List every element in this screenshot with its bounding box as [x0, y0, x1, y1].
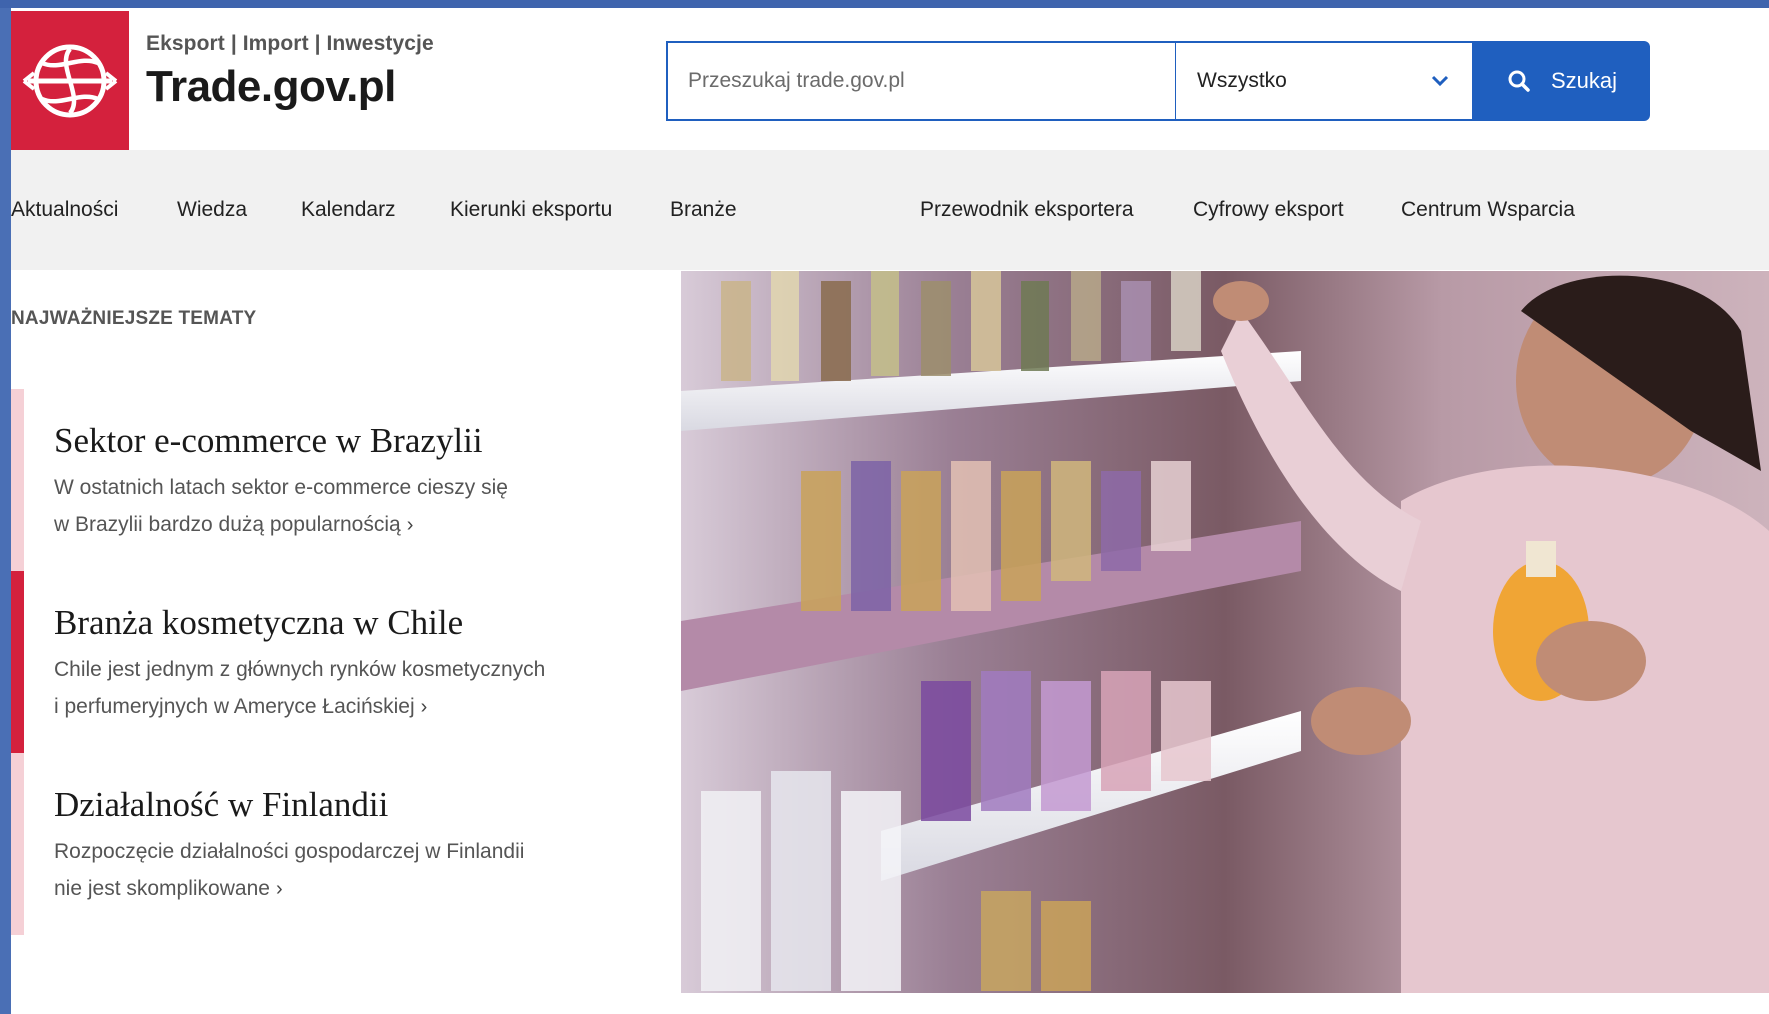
nav-item-kierunki-eksportu[interactable]: Kierunki eksportu [450, 150, 612, 270]
topic-card[interactable]: Sektor e-commerce w Brazylii W ostatnich… [11, 389, 651, 571]
chevron-right-icon: › [420, 696, 428, 718]
topic-desc-line: Rozpoczęcie działalności gospodarczej w … [54, 840, 525, 863]
nav-item-aktualnosci[interactable]: Aktualności [11, 150, 118, 270]
search-scope-value: Wszystko [1197, 69, 1287, 92]
topic-indicator-bar [11, 389, 24, 571]
section-label-topics: NAJWAŻNIEJSZE TEMATY [11, 308, 257, 329]
topic-indicator-bar [11, 753, 24, 935]
nav-item-kalendarz[interactable]: Kalendarz [301, 150, 396, 270]
topic-description[interactable]: W ostatnich latach sektor e-commerce cie… [54, 469, 614, 544]
topic-desc-line: i perfumeryjnych w Ameryce Łacińskiej [54, 695, 415, 718]
search-bar: Wszystko Szukaj [666, 41, 1650, 121]
topic-title[interactable]: Działalność w Finlandii [54, 785, 388, 825]
topic-indicator-bar [11, 571, 24, 753]
nav-item-centrum-wsparcia[interactable]: Centrum Wsparcia [1401, 150, 1575, 270]
search-button-label: Szukaj [1550, 68, 1618, 93]
nav-item-przewodnik-eksportera[interactable]: Przewodnik eksportera [920, 150, 1134, 270]
topic-description[interactable]: Chile jest jednym z głównych rynków kosm… [54, 651, 614, 726]
nav-item-branze[interactable]: Branże [670, 150, 737, 270]
search-button[interactable]: Szukaj [1474, 41, 1650, 121]
nav-item-wiedza[interactable]: Wiedza [177, 150, 247, 270]
site-header: Eksport | Import | Inwestycje Trade.gov.… [11, 8, 1769, 150]
topic-desc-line: nie jest skomplikowane [54, 877, 270, 900]
search-scope-select[interactable]: Wszystko [1175, 41, 1474, 121]
chevron-down-icon [1431, 75, 1449, 87]
chevron-right-icon: › [406, 514, 414, 536]
topic-title[interactable]: Sektor e-commerce w Brazylii [54, 421, 483, 461]
search-input[interactable] [666, 41, 1175, 121]
search-icon [1508, 70, 1530, 92]
topic-desc-line: W ostatnich latach sektor e-commerce cie… [54, 476, 508, 499]
page: Eksport | Import | Inwestycje Trade.gov.… [11, 8, 1769, 1014]
topic-description[interactable]: Rozpoczęcie działalności gospodarczej w … [54, 833, 614, 908]
topic-title[interactable]: Branża kosmetyczna w Chile [54, 603, 463, 643]
brand-block[interactable]: Eksport | Import | Inwestycje Trade.gov.… [146, 32, 434, 112]
nav-item-cyfrowy-eksport[interactable]: Cyfrowy eksport [1193, 150, 1344, 270]
woman-shopping-perfume-photo [681, 271, 1769, 993]
globe-arrows-icon [22, 44, 118, 117]
brand-tagline: Eksport | Import | Inwestycje [146, 32, 434, 55]
chevron-right-icon: › [275, 878, 283, 900]
topic-desc-line: Chile jest jednym z głównych rynków kosm… [54, 658, 546, 681]
brand-name: Trade.gov.pl [146, 62, 396, 111]
topic-card[interactable]: Działalność w Finlandii Rozpoczęcie dzia… [11, 753, 651, 935]
site-logo[interactable] [11, 11, 129, 150]
window-top-strip [0, 0, 1769, 8]
topic-card[interactable]: Branża kosmetyczna w Chile Chile jest je… [11, 571, 651, 753]
hero-image[interactable] [681, 271, 1769, 993]
main-nav: Aktualności Wiedza Kalendarz Kierunki ek… [11, 150, 1769, 270]
topic-desc-line: w Brazylii bardzo dużą popularnością [54, 513, 401, 536]
